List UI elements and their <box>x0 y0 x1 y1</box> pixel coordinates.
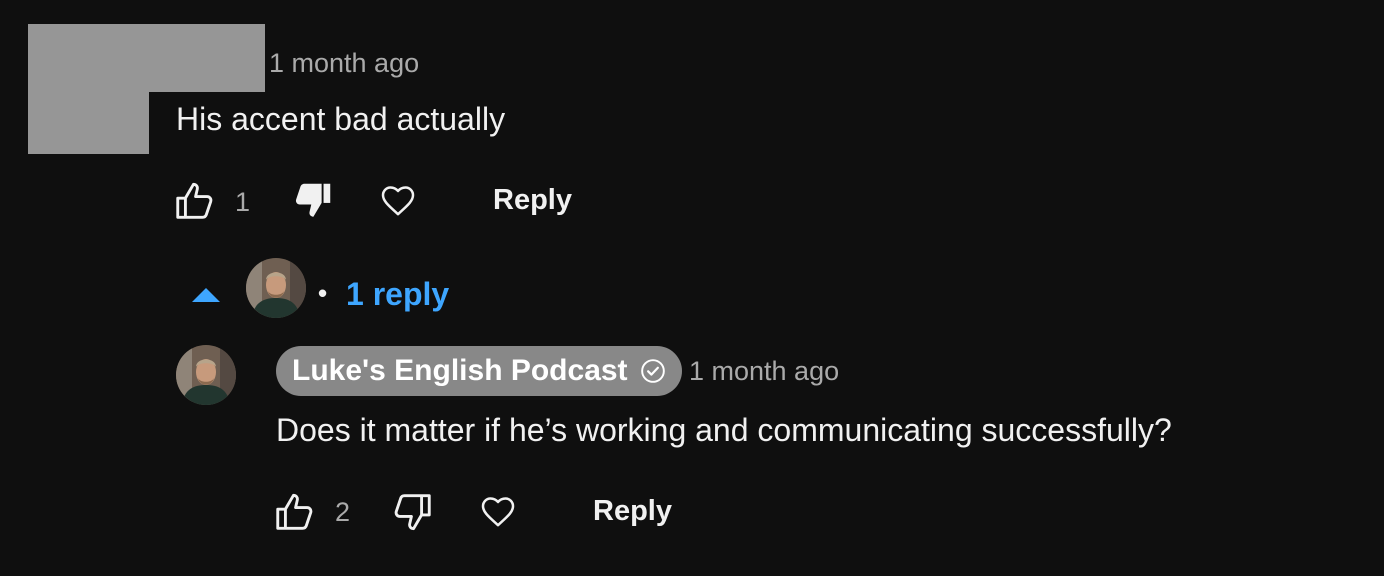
replies-count-label: 1 reply <box>346 276 450 312</box>
reply-author-name: Luke's English Podcast <box>292 354 628 387</box>
reply-like-button[interactable] <box>272 489 318 535</box>
reply-text: Does it matter if he’s working and commu… <box>276 412 1172 448</box>
comment-timestamp[interactable]: 1 month ago <box>269 50 419 77</box>
reply-dislike-button[interactable] <box>389 489 435 535</box>
reply-author-avatar[interactable] <box>176 345 236 405</box>
like-button[interactable] <box>172 178 218 224</box>
like-count: 1 <box>235 187 251 217</box>
thumbs-up-outline-icon <box>276 493 313 530</box>
reply-reply-button[interactable]: Reply <box>593 497 672 526</box>
reply-author-badge[interactable]: Luke's English Podcast <box>276 346 682 396</box>
dislike-button[interactable] <box>289 178 337 224</box>
heart-outline-icon <box>481 497 515 527</box>
redacted-avatar <box>28 92 149 154</box>
caret-up-icon <box>190 286 222 309</box>
comment-text: His accent bad actually <box>176 101 506 137</box>
redacted-username <box>28 24 265 92</box>
replies-separator: • <box>318 278 328 308</box>
reply-timestamp[interactable]: 1 month ago <box>689 358 839 385</box>
heart-outline-icon <box>381 186 415 216</box>
reply-like-count: 2 <box>335 497 351 527</box>
replies-toggle[interactable]: • 1 reply <box>180 250 480 330</box>
reply-author-avatar-thumb <box>246 258 306 318</box>
reply-button[interactable]: Reply <box>493 186 572 215</box>
thumbs-down-filled-icon <box>295 183 331 217</box>
thumbs-down-outline-icon <box>394 494 431 531</box>
heart-button[interactable] <box>378 180 418 220</box>
verified-check-icon <box>640 358 666 384</box>
reply-heart-button[interactable] <box>478 491 518 531</box>
thumbs-up-outline-icon <box>176 182 213 219</box>
